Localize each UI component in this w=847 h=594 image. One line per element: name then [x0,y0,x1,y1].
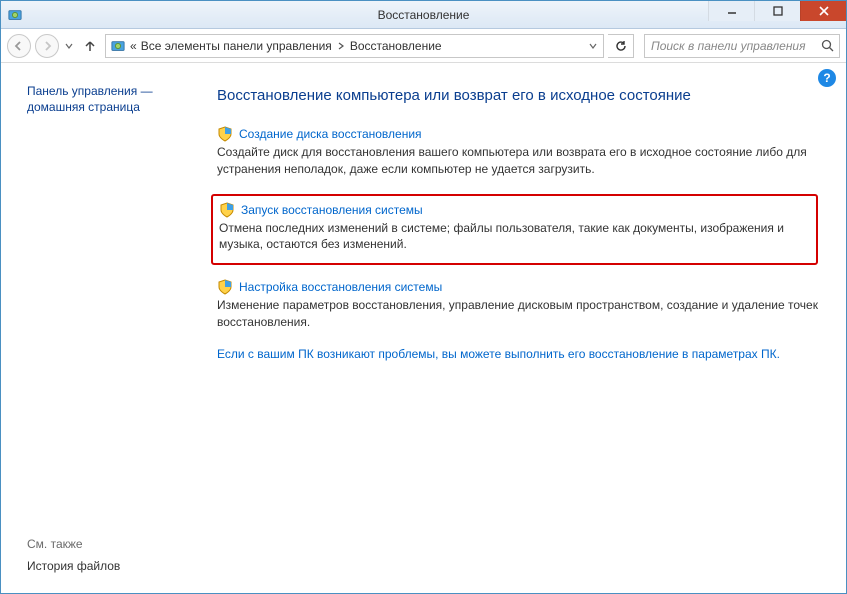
title-bar: Восстановление [1,1,846,29]
close-button[interactable] [800,1,846,21]
navigation-bar: « Все элементы панели управления Восстан… [1,29,846,63]
address-dropdown-icon[interactable] [589,39,599,53]
forward-button[interactable] [35,34,59,58]
file-history-link[interactable]: История файлов [27,559,120,573]
sidebar-home-link[interactable]: Панель управления — домашняя страница [27,83,187,115]
page-title: Восстановление компьютера или возврат ег… [217,87,818,104]
up-button[interactable] [79,35,101,57]
control-panel-icon [7,7,23,23]
maximize-button[interactable] [754,1,800,21]
configure-restore-link[interactable]: Настройка восстановления системы [239,280,442,294]
sidebar: Панель управления — домашняя страница См… [1,63,201,593]
create-recovery-disk-link[interactable]: Создание диска восстановления [239,127,422,141]
recovery-icon [110,38,126,54]
shield-icon [217,126,233,142]
help-icon[interactable]: ? [818,69,836,87]
recovery-option: Настройка восстановления системы Изменен… [217,279,818,331]
see-also-label: См. также [27,537,120,551]
sidebar-home-line1: Панель управления — [27,83,187,99]
breadcrumb-prefix: « [130,39,137,53]
breadcrumb-part-1[interactable]: Все элементы панели управления [141,39,332,53]
minimize-button[interactable] [708,1,754,21]
main-pane: ? Восстановление компьютера или возврат … [201,63,846,593]
window-controls [708,1,846,21]
system-restore-link[interactable]: Запуск восстановления системы [241,203,423,217]
recovery-option: Создание диска восстановления Создайте д… [217,126,818,178]
shield-icon [217,279,233,295]
search-input[interactable] [645,39,815,53]
chevron-right-icon[interactable] [336,39,346,53]
history-dropdown-icon[interactable] [63,42,75,50]
back-button[interactable] [7,34,31,58]
configure-restore-desc: Изменение параметров восстановления, упр… [217,297,818,331]
shield-icon [219,202,235,218]
sidebar-footer: См. также История файлов [27,537,120,573]
create-recovery-disk-desc: Создайте диск для восстановления вашего … [217,144,818,178]
search-box[interactable] [644,34,840,58]
address-bar[interactable]: « Все элементы панели управления Восстан… [105,34,604,58]
sidebar-home-line2: домашняя страница [27,99,187,115]
breadcrumb-part-2[interactable]: Восстановление [350,39,442,53]
pc-settings-recovery-link[interactable]: Если с вашим ПК возникают проблемы, вы м… [217,347,818,361]
highlighted-option: Запуск восстановления системы Отмена пос… [211,194,818,266]
system-restore-desc: Отмена последних изменений в системе; фа… [219,220,808,254]
content-area: Панель управления — домашняя страница См… [1,63,846,593]
search-icon[interactable] [815,39,839,52]
refresh-button[interactable] [608,34,634,58]
